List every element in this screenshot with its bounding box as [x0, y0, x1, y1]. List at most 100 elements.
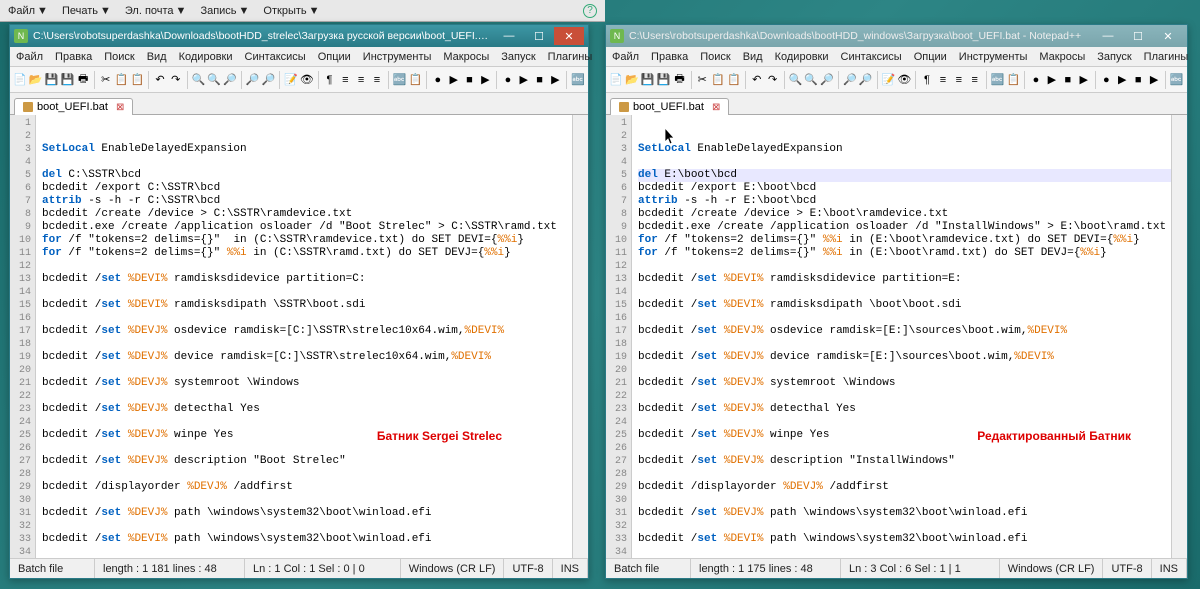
toolbar-button[interactable]: ≡ [968, 71, 982, 89]
toolbar-button[interactable]: ✂ [99, 71, 113, 89]
menu-view[interactable]: Вид [145, 49, 169, 65]
menu-file[interactable]: Файл [14, 49, 45, 65]
toolbar-button[interactable]: 💾 [641, 71, 655, 89]
toolbar-button[interactable]: 📋 [130, 71, 144, 89]
toolbar-button[interactable]: ✂ [695, 71, 709, 89]
menu-tools[interactable]: Инструменты [361, 49, 434, 65]
sysmenu-print[interactable]: Печать ▼ [62, 5, 111, 17]
toolbar-button[interactable]: ● [431, 71, 445, 89]
toolbar-button[interactable]: ≡ [370, 71, 384, 89]
minimize-button[interactable]: — [494, 27, 524, 45]
menu-edit[interactable]: Правка [53, 49, 94, 65]
toolbar-button[interactable]: 📋 [408, 71, 422, 89]
toolbar-button[interactable]: ¶ [920, 71, 934, 89]
toolbar-button[interactable]: 🔎 [843, 71, 857, 89]
toolbar-button[interactable]: ● [1029, 71, 1043, 89]
vertical-scrollbar[interactable] [572, 115, 588, 558]
toolbar-button[interactable]: 🔎 [859, 71, 873, 89]
toolbar-button[interactable]: ▶ [1115, 71, 1129, 89]
toolbar-button[interactable]: ● [1099, 71, 1113, 89]
toolbar-button[interactable]: 🔎 [261, 71, 275, 89]
toolbar-button[interactable]: ■ [1061, 71, 1075, 89]
toolbar-button[interactable]: 📋 [1006, 71, 1020, 89]
toolbar-button[interactable]: ■ [1131, 71, 1145, 89]
menu-tools[interactable]: Инструменты [957, 49, 1030, 65]
sysmenu-file[interactable]: Файл ▼ [8, 5, 48, 17]
minimize-button[interactable]: — [1093, 27, 1123, 45]
toolbar-button[interactable]: ▶ [447, 71, 461, 89]
menu-view[interactable]: Вид [741, 49, 765, 65]
toolbar-button[interactable]: ■ [533, 71, 547, 89]
toolbar-button[interactable]: 🔍 [804, 71, 818, 89]
toolbar-button[interactable]: 🔍 [191, 71, 205, 89]
toolbar-button[interactable]: 📂 [625, 71, 639, 89]
menu-encoding[interactable]: Кодировки [177, 49, 235, 65]
toolbar-button[interactable]: 📄 [13, 71, 27, 89]
vertical-scrollbar[interactable] [1171, 115, 1187, 558]
toolbar-button[interactable]: ▶ [1077, 71, 1091, 89]
toolbar-button[interactable]: ≡ [936, 71, 950, 89]
menu-file[interactable]: Файл [610, 49, 641, 65]
toolbar-button[interactable]: ▶ [1045, 71, 1059, 89]
tab-close-icon[interactable]: ⊠ [116, 102, 124, 113]
toolbar-button[interactable]: 🖶 [673, 71, 687, 89]
toolbar-button[interactable]: ▶ [517, 71, 531, 89]
menu-macros[interactable]: Макросы [441, 49, 491, 65]
menu-search[interactable]: Поиск [102, 49, 136, 65]
toolbar-button[interactable]: ↶ [750, 71, 764, 89]
sysmenu-mail[interactable]: Эл. почта ▼ [125, 5, 187, 17]
toolbar-button[interactable]: ● [501, 71, 515, 89]
close-button[interactable]: ✕ [1153, 27, 1183, 45]
toolbar-button[interactable]: 🔤 [393, 71, 407, 89]
sysmenu-open[interactable]: Открыть ▼ [263, 5, 319, 17]
editor-area[interactable]: 1234567891011121314151617181920212223242… [10, 115, 588, 558]
menu-syntax[interactable]: Синтаксисы [243, 49, 308, 65]
code-content[interactable]: SetLocal EnableDelayedExpansion del C:\S… [36, 115, 572, 558]
sysmenu-record[interactable]: Запись ▼ [200, 5, 249, 17]
menu-search[interactable]: Поиск [698, 49, 732, 65]
menu-plugins[interactable]: Плагины [1142, 49, 1191, 65]
toolbar-button[interactable]: 📝 [284, 71, 298, 89]
menu-options[interactable]: Опции [316, 49, 353, 65]
menu-run[interactable]: Запуск [499, 49, 537, 65]
toolbar-button[interactable]: ≡ [952, 71, 966, 89]
toolbar-button[interactable]: 🔎 [820, 71, 834, 89]
toolbar-button[interactable]: ↷ [169, 71, 183, 89]
tab-close-icon[interactable]: ⊠ [712, 102, 720, 113]
toolbar-button[interactable]: ▶ [1147, 71, 1161, 89]
code-content[interactable]: SetLocal EnableDelayedExpansion del E:\b… [632, 115, 1171, 558]
menu-encoding[interactable]: Кодировки [773, 49, 831, 65]
toolbar-button[interactable]: ≡ [338, 71, 352, 89]
toolbar-button[interactable]: 💾 [60, 71, 74, 89]
toolbar-button[interactable]: 🔍 [788, 71, 802, 89]
toolbar-button[interactable]: 🔎 [246, 71, 260, 89]
toolbar-button[interactable]: 📝 [881, 71, 895, 89]
file-tab[interactable]: boot_UEFI.bat ⊠ [14, 98, 133, 115]
toolbar-button[interactable]: ■ [463, 71, 477, 89]
toolbar-button[interactable]: 🔤 [990, 71, 1004, 89]
toolbar-button[interactable]: ↶ [153, 71, 167, 89]
maximize-button[interactable]: ☐ [1123, 27, 1153, 45]
menu-run[interactable]: Запуск [1095, 49, 1133, 65]
toolbar-button[interactable]: ▶ [548, 71, 562, 89]
editor-area[interactable]: 1234567891011121314151617181920212223242… [606, 115, 1187, 558]
toolbar-button[interactable]: ▶ [478, 71, 492, 89]
toolbar-button[interactable]: 📄 [609, 71, 623, 89]
menu-edit[interactable]: Правка [649, 49, 690, 65]
help-icon[interactable]: ? [583, 4, 597, 18]
toolbar-button[interactable]: 🔍 [207, 71, 221, 89]
toolbar-button[interactable]: 🔎 [223, 71, 237, 89]
toolbar-button[interactable]: 📂 [29, 71, 43, 89]
toolbar-button[interactable]: 🖶 [76, 71, 90, 89]
toolbar-button[interactable]: 💾 [657, 71, 671, 89]
menu-plugins[interactable]: Плагины [546, 49, 595, 65]
toolbar-button[interactable]: ¶ [323, 71, 337, 89]
toolbar-button[interactable]: 📋 [115, 71, 129, 89]
toolbar-button[interactable]: 👁 [897, 71, 911, 89]
toolbar-button[interactable]: 🔤 [571, 71, 585, 89]
maximize-button[interactable]: ☐ [524, 27, 554, 45]
menu-syntax[interactable]: Синтаксисы [839, 49, 904, 65]
toolbar-button[interactable]: 📋 [711, 71, 725, 89]
toolbar-button[interactable]: 📋 [727, 71, 741, 89]
close-button[interactable]: ✕ [554, 27, 584, 45]
